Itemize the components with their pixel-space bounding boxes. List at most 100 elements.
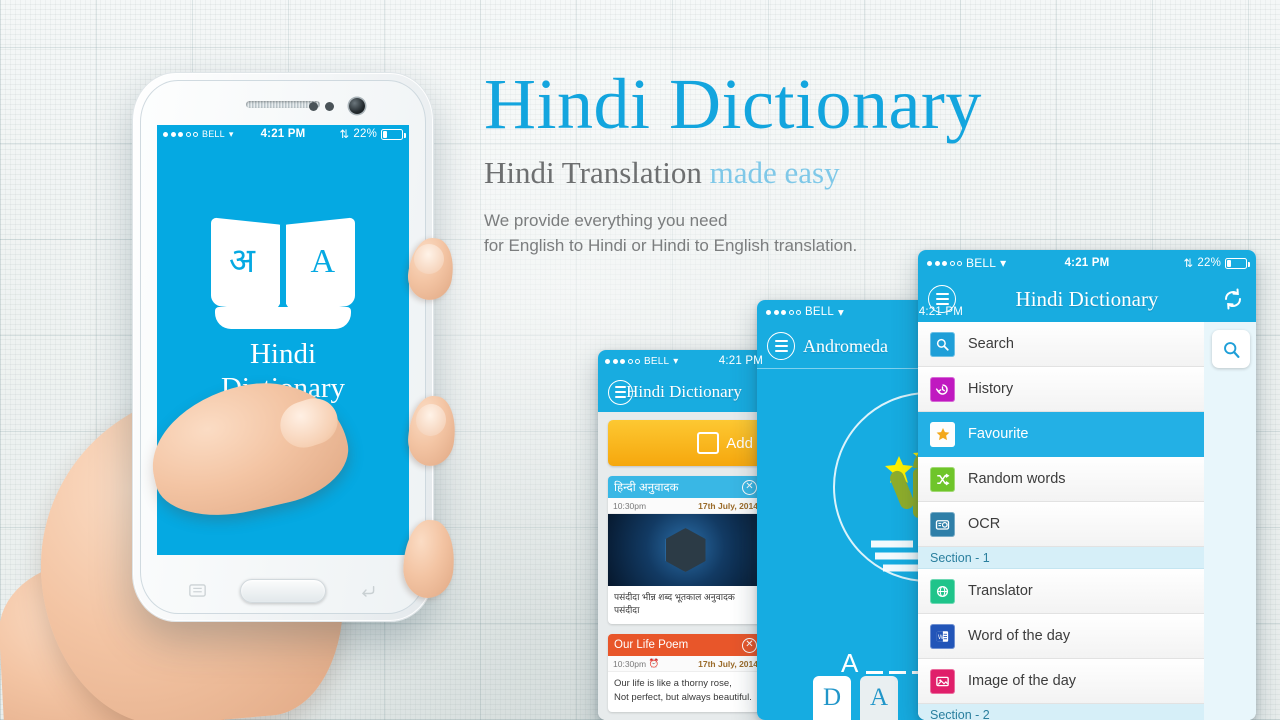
status-bar-time: 4:21 PM (918, 306, 963, 318)
list-screen-phone: BELL ▾ 4:21 PM Hindi Dictionary Add हिन्… (598, 350, 770, 720)
menu-item-label: Random words (968, 471, 1066, 487)
star-icon (930, 421, 955, 447)
nav-title: Hindi Dictionary (1015, 286, 1159, 311)
promo-stage: Hindi Dictionary Hindi Translation made … (0, 0, 1280, 720)
shuffle-icon (930, 466, 955, 492)
bluetooth-icon: ⇅ (339, 129, 350, 141)
search-icon (930, 331, 955, 357)
nav-title: Andromeda (803, 335, 888, 356)
menu-item-label: Search (968, 336, 1014, 352)
menu-item-search[interactable]: Search (918, 322, 1204, 367)
battery-percent: 22% (1197, 257, 1221, 269)
card-meta: 10:30pm ⏰ 17th July, 2014 (608, 656, 763, 672)
menu-item-label: History (968, 381, 1014, 397)
back-softkey-icon[interactable] (360, 584, 377, 597)
card-time: 10:30pm (613, 500, 647, 511)
galaxy-hexagon-image (608, 514, 763, 586)
card-title: हिन्दी अनुवादक (614, 481, 679, 494)
battery-icon (1225, 257, 1250, 269)
hero-phone-device: BELL ▾ 4:21 PM ⇅ 22% अ A Hindi Dictionar… (132, 72, 434, 622)
history-icon (930, 376, 955, 402)
card-body-text: Our life is like a thorny rose, Not perf… (608, 672, 763, 712)
status-bar-left: BELL ▾ (605, 356, 679, 367)
letter-key-a[interactable]: A (860, 676, 898, 720)
search-icon (1223, 341, 1240, 358)
menu-screen-phone: BELL ▾ 4:21 PM ⇅ 22% Hindi Dictionary Se… (918, 250, 1256, 720)
menu-item-translator[interactable]: Translator (918, 569, 1204, 614)
card-date: 17th July, 2014 (698, 500, 758, 511)
list-item[interactable]: Our Life Poem ✕ 10:30pm ⏰ 17th July, 201… (608, 634, 763, 712)
phone-chassis: BELL ▾ 4:21 PM ⇅ 22% अ A Hindi Dictionar… (132, 72, 434, 622)
hero-phone-screen: BELL ▾ 4:21 PM ⇅ 22% अ A Hindi Dictionar… (157, 125, 409, 555)
card-meta: 10:30pm 17th July, 2014 (608, 498, 763, 514)
menu-item-label: Translator (968, 583, 1033, 599)
menu-item-word-of-the-day[interactable]: W Word of the day (918, 614, 1204, 659)
signal-strength-icon (766, 309, 801, 315)
hamburger-menu-icon[interactable] (608, 379, 633, 405)
hamburger-menu-icon[interactable] (767, 332, 795, 360)
hexagon-shape (665, 528, 706, 572)
card-header: हिन्दी अनुवादक ✕ (608, 476, 763, 498)
puzzle-letter: A (841, 648, 861, 678)
menu-item-ocr[interactable]: OCR (918, 502, 1204, 547)
logo-glyph-hindi: अ (229, 243, 255, 280)
book-spine (280, 225, 286, 319)
status-bar-left: BELL ▾ (766, 305, 844, 319)
bluetooth-icon: ⇅ (1183, 258, 1194, 270)
wifi-icon: ▾ (837, 307, 844, 319)
headline-block: Hindi Dictionary Hindi Translation made … (484, 62, 1044, 258)
open-book-icon: अ A (209, 217, 357, 329)
menu-item-label: OCR (968, 516, 1001, 532)
battery-icon (381, 128, 406, 140)
menu-section-header-1: Section - 1 (918, 547, 1204, 569)
light-sensor (325, 102, 334, 111)
card-title: Our Life Poem (614, 639, 689, 651)
battery-percent: 22% (353, 128, 377, 140)
letter-key-d[interactable]: D (813, 676, 851, 720)
puzzle-blank (889, 671, 907, 674)
document-icon: W (930, 623, 955, 649)
status-bar-time: 4:21 PM (718, 355, 763, 367)
nav-bar: Hindi Dictionary (918, 276, 1256, 322)
poem-line-1: Our life is like a thorny rose, (614, 678, 732, 689)
menu-item-label: Word of the day (968, 628, 1071, 644)
splash-title-line-2: Dictionary (220, 372, 345, 404)
logo-glyph-english: A (310, 243, 335, 280)
puzzle-blank (866, 671, 884, 674)
nav-bar: Hindi Dictionary (598, 372, 770, 412)
alarm-clock-icon: ⏰ (646, 658, 660, 668)
proximity-sensor (309, 102, 318, 111)
carrier-name: BELL (644, 355, 670, 367)
menu-softkey-icon[interactable] (189, 584, 206, 597)
card-body-text: पसंदीदा भीन्न शब्द भूतकाल अनुवादक पसंदीद… (614, 592, 735, 615)
status-bar: BELL ▾ 4:21 PM ⇅ 22% (157, 125, 409, 143)
menu-item-history[interactable]: History (918, 367, 1204, 412)
compose-note-icon (697, 432, 720, 454)
close-circle-icon[interactable]: ✕ (742, 637, 757, 653)
description-line-1: We provide everything you need (484, 211, 728, 230)
picture-icon (930, 668, 955, 694)
add-note-button[interactable]: Add (608, 420, 763, 466)
status-bar-right: ⇅ 22% (339, 127, 406, 141)
subtitle-accent-text: made easy (709, 155, 840, 190)
menu-item-list: Search History Favourite Random words OC… (918, 322, 1204, 720)
menu-item-label: Image of the day (968, 673, 1077, 689)
close-circle-icon[interactable]: ✕ (742, 479, 757, 495)
menu-item-favourite[interactable]: Favourite (918, 412, 1204, 457)
menu-section-header-2: Section - 2 (918, 704, 1204, 720)
list-item[interactable]: हिन्दी अनुवादक ✕ 10:30pm 17th July, 2014… (608, 476, 763, 624)
add-note-label: Add (726, 434, 753, 452)
refresh-icon[interactable] (1220, 286, 1246, 312)
status-bar: BELL ▾ 4:21 PM (598, 350, 770, 372)
card-header: Our Life Poem ✕ (608, 634, 763, 656)
menu-item-random-words[interactable]: Random words (918, 457, 1204, 502)
search-button[interactable] (1212, 330, 1250, 368)
home-button[interactable] (240, 579, 326, 603)
front-camera (349, 98, 365, 114)
status-bar-right: ⇅ 22% (1183, 256, 1250, 270)
wifi-icon: ▾ (673, 355, 679, 367)
signal-strength-icon (605, 358, 640, 364)
card-time: 10:30pm (613, 658, 647, 669)
svg-text:W: W (938, 634, 944, 640)
menu-item-image-of-the-day[interactable]: Image of the day (918, 659, 1204, 704)
